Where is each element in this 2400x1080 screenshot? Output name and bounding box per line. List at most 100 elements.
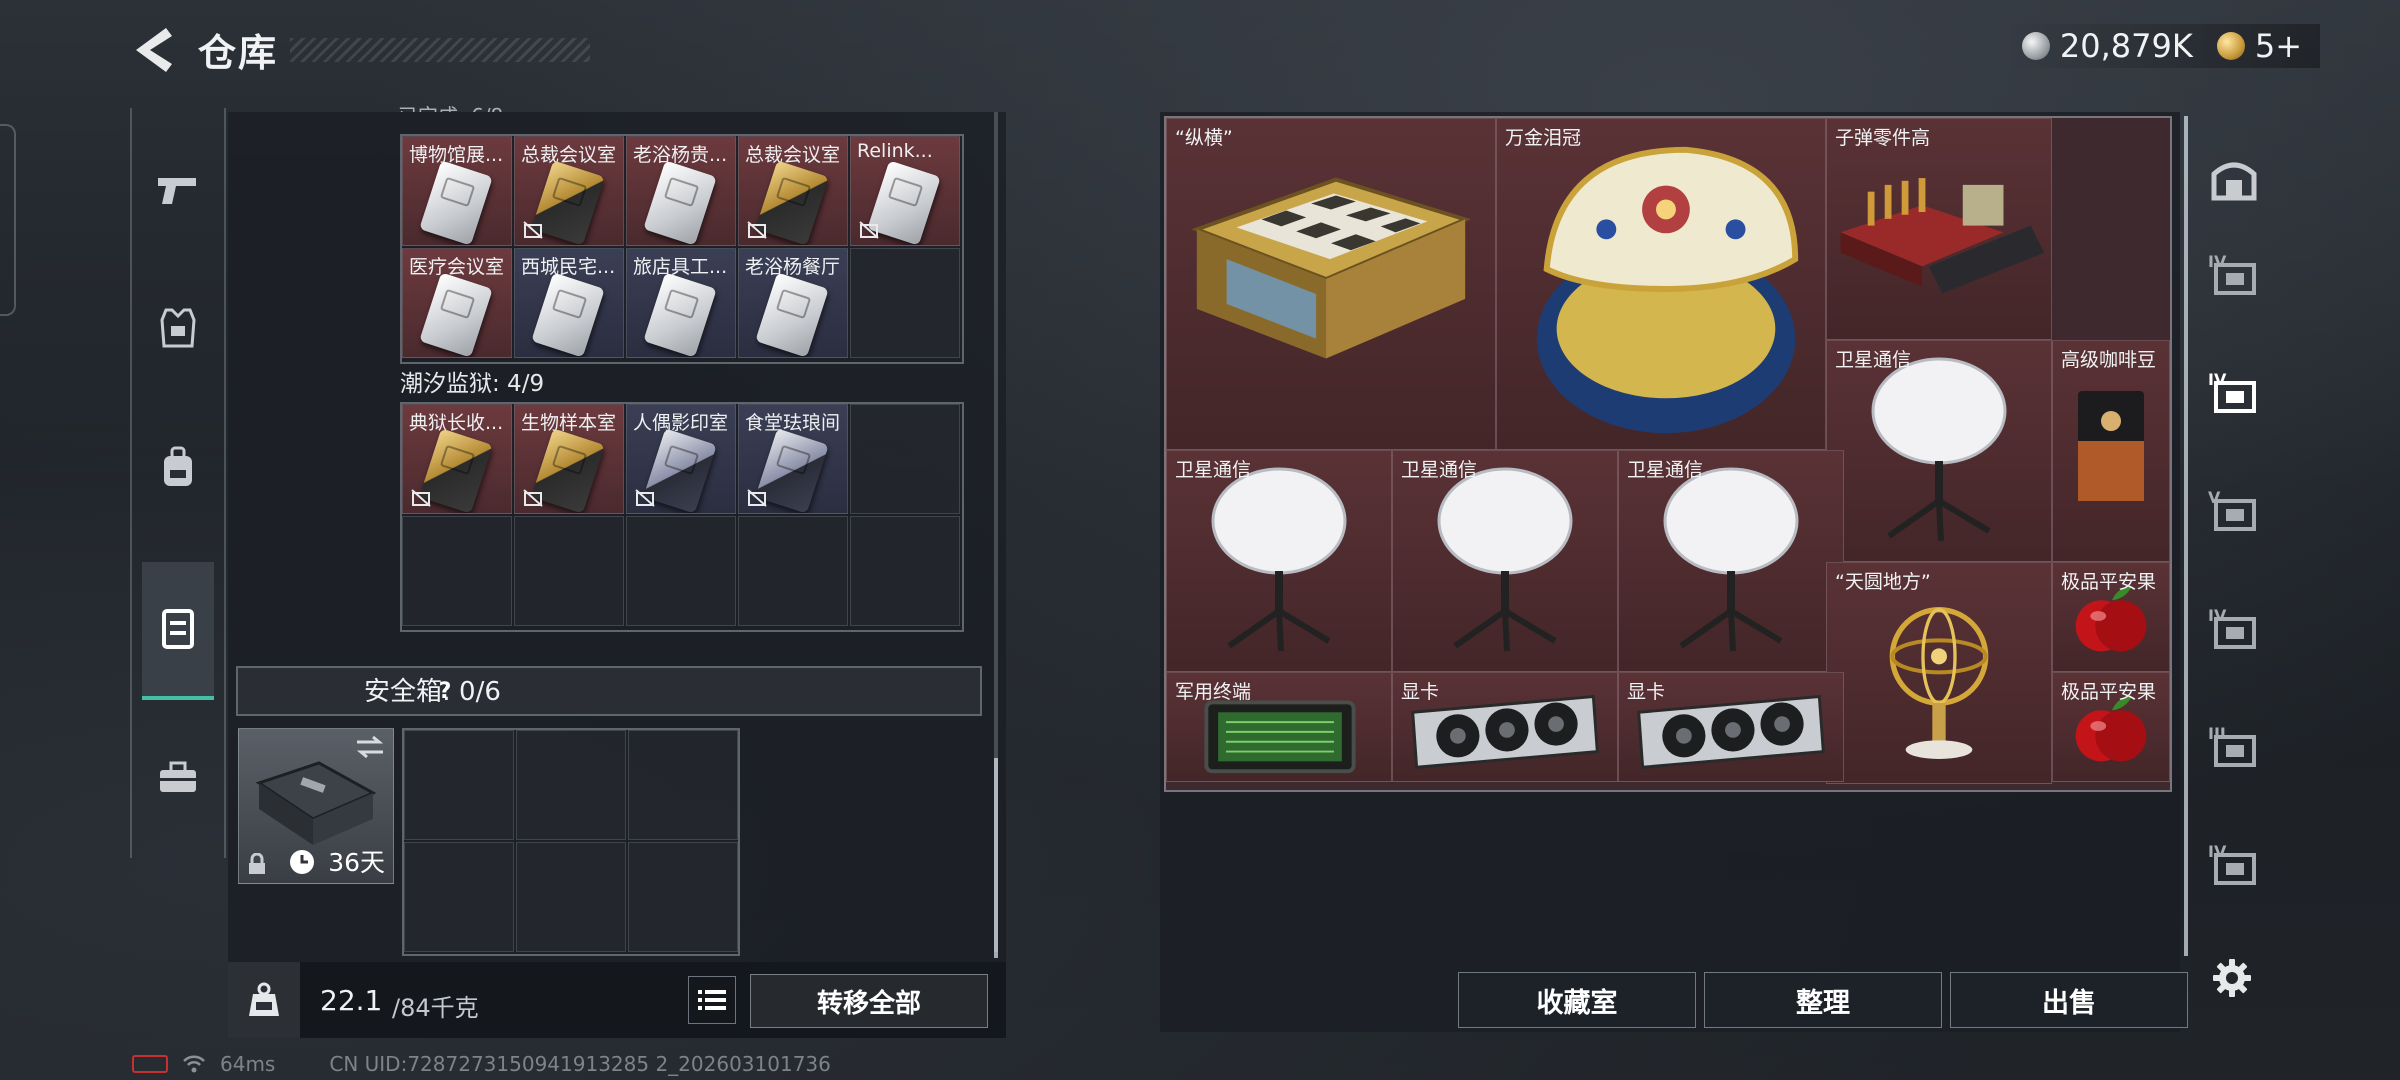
safe-empty-slot (516, 842, 626, 952)
keycard-label: 老浴杨贵... (633, 144, 728, 166)
nav-container-tab[interactable]: III (2202, 716, 2266, 780)
stash-item[interactable]: 极品平安果 (2052, 672, 2170, 782)
coffee-bag-icon (2078, 391, 2144, 501)
keycard-item[interactable]: 旅店具工... (626, 248, 736, 358)
keycard-icon (419, 160, 493, 245)
stash-grid: “纵横” 万金泪冠 子弹零件高 卫星通信 高级咖啡豆 卫星通信 卫星通信 卫星通信 “天圆地方”… (1164, 116, 2172, 792)
weight-icon-box (228, 962, 300, 1038)
vest-icon (160, 308, 196, 348)
weight-current: 22.1 (320, 984, 383, 1017)
back-button[interactable] (128, 22, 178, 78)
briefcase-icon (160, 761, 196, 792)
keycard-label: 总裁会议室 (745, 144, 841, 166)
no-trade-icon (523, 489, 543, 507)
safe-empty-slot (628, 842, 738, 952)
keycard-icon (531, 272, 605, 357)
keycard-item[interactable]: 博物馆展... (402, 136, 512, 246)
keycard-label: 医疗会议室 (409, 256, 505, 278)
container-tier-label: IV (2208, 606, 2227, 625)
stash-item[interactable]: 军用终端 (1166, 672, 1392, 782)
stash-item[interactable]: 极品平安果 (2052, 562, 2170, 672)
nav-storage[interactable] (142, 562, 214, 700)
item-label: 卫星通信 (1175, 459, 1252, 481)
empty-slot (850, 516, 960, 626)
safe-empty-slot (516, 730, 626, 840)
gun-icon (158, 178, 196, 204)
item-label: 子弹零件高 (1835, 127, 1931, 149)
keycard-item[interactable]: 老浴杨餐厅 (738, 248, 848, 358)
stash-item[interactable]: 卫星通信 (1826, 340, 2052, 562)
container-tier-label: IV (2208, 370, 2227, 389)
nav-weapons[interactable] (144, 156, 212, 224)
help-icon[interactable]: ? (428, 677, 462, 707)
keycard-label: 人偶影印室 (633, 412, 729, 434)
container-tier-label: IV (2208, 252, 2227, 271)
keycard-item[interactable]: 总裁会议室 (738, 136, 848, 246)
keycard-icon (643, 160, 717, 245)
sort-button[interactable]: 整理 (1704, 972, 1942, 1028)
keycard-item[interactable]: 老浴杨贵... (626, 136, 736, 246)
backpack-icon (164, 446, 192, 486)
status-bar: 64ms CN UID:7287273150941913285 2_202603… (132, 1052, 831, 1076)
list-view-button[interactable] (688, 976, 736, 1024)
nav-armor[interactable] (144, 294, 212, 362)
stash-item[interactable]: 万金泪冠 (1496, 118, 1826, 450)
keycard-item[interactable]: Relink... (850, 136, 960, 246)
stash-item[interactable]: 卫星通信 (1618, 450, 1844, 672)
safe-empty-slot (628, 730, 738, 840)
warehouse-icon (2211, 162, 2257, 201)
safe-empty-slot (404, 842, 514, 952)
stash-item[interactable]: “天圆地方” (1826, 562, 2052, 784)
keycard-label: 总裁会议室 (521, 144, 617, 166)
keycard-item[interactable]: 人偶影印室 (626, 404, 736, 514)
container-tabs: IV IV V IV III IV (2194, 126, 2274, 946)
stash-item[interactable]: 高级咖啡豆 (2052, 340, 2170, 562)
left-category-nav (130, 108, 226, 858)
container-tier-label: III (2208, 724, 2226, 743)
nav-container-tab[interactable]: IV (2202, 598, 2266, 662)
no-trade-icon (523, 221, 543, 239)
settings-button[interactable] (2204, 950, 2260, 1006)
list-icon (698, 990, 726, 1010)
item-label: 万金泪冠 (1505, 127, 1582, 149)
nav-backpack[interactable] (144, 434, 212, 502)
title-decoration (290, 38, 590, 62)
gear-icon (2213, 959, 2251, 997)
keycard-grid-tide-prison: 典狱长收... 生物样本室 人偶影印室 食堂珐琅间 (400, 402, 964, 632)
nav-stash-main[interactable] (2202, 146, 2266, 210)
stash-item[interactable]: 显卡 (1618, 672, 1844, 782)
keycard-item[interactable]: 西城民宅... (514, 248, 624, 358)
container-tier-label: IV (2208, 842, 2227, 861)
inventory-scroll-thumb[interactable] (994, 758, 998, 958)
item-label: 高级咖啡豆 (2061, 349, 2157, 371)
keycard-item[interactable]: 生物样本室 (514, 404, 624, 514)
item-label: 卫星通信 (1835, 349, 1912, 371)
safe-box-item[interactable]: 36天 (238, 728, 394, 884)
satellite-dish-icon (1437, 467, 1573, 652)
nav-toolkit[interactable] (144, 744, 212, 812)
satellite-dish-icon (1871, 357, 2007, 542)
keycard-item[interactable]: 医疗会议室 (402, 248, 512, 358)
clock-icon (290, 850, 314, 874)
empty-slot (850, 248, 960, 358)
stash-item[interactable]: 子弹零件高 (1826, 118, 2052, 340)
nav-container-tab[interactable]: IV (2202, 362, 2266, 426)
keycard-item[interactable]: 典狱长收... (402, 404, 512, 514)
keycard-icon (419, 272, 493, 357)
stash-item[interactable]: 卫星通信 (1166, 450, 1392, 672)
sell-button[interactable]: 出售 (1950, 972, 2188, 1028)
keycard-item[interactable]: 总裁会议室 (514, 136, 624, 246)
no-trade-icon (747, 489, 767, 507)
stash-item[interactable]: 卫星通信 (1392, 450, 1618, 672)
stash-item[interactable]: “纵横” (1166, 118, 1496, 450)
collection-room-button[interactable]: 收藏室 (1458, 972, 1696, 1028)
keycard-item[interactable]: 食堂珐琅间 (738, 404, 848, 514)
coin-icon (2021, 32, 2050, 60)
nav-container-tab[interactable]: V (2202, 480, 2266, 544)
stash-scrollbar[interactable] (2184, 116, 2188, 956)
stash-item[interactable]: 显卡 (1392, 672, 1618, 782)
transfer-all-button[interactable]: 转移全部 (750, 974, 988, 1028)
nav-container-tab[interactable]: IV (2202, 834, 2266, 898)
side-drawer-handle[interactable] (0, 124, 16, 316)
nav-container-tab[interactable]: IV (2202, 244, 2266, 308)
